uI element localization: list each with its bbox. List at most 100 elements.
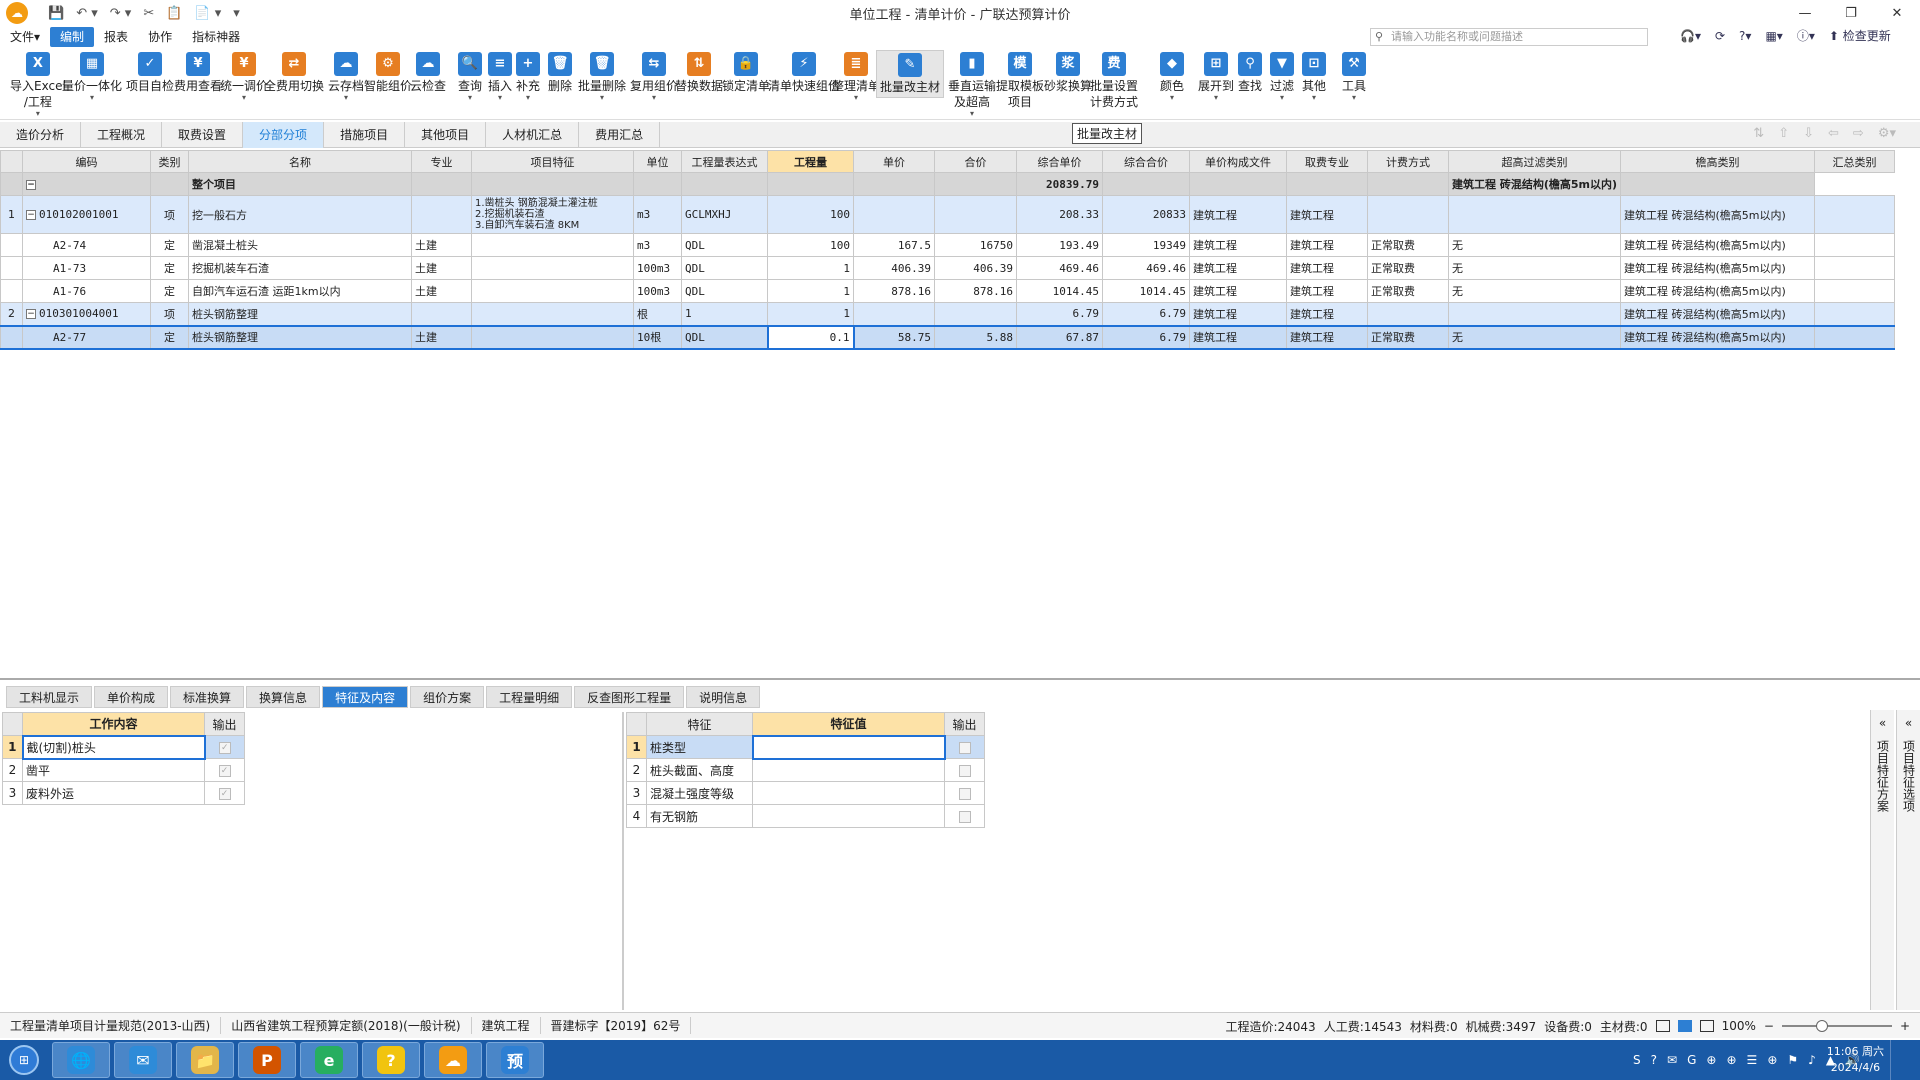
support-icon[interactable]: 🎧▾ [1680, 29, 1701, 43]
height-filter-cell[interactable]: 无 [1448, 233, 1621, 257]
grid-header-0[interactable]: 编码 [22, 150, 151, 173]
help-icon[interactable]: ?▾ [1739, 29, 1751, 43]
collapse-icon[interactable]: « [1871, 716, 1894, 730]
tab-2[interactable]: 取费设置 [162, 122, 244, 148]
fee-profession-cell[interactable]: 建筑工程 [1286, 279, 1368, 303]
checkbox-icon[interactable] [958, 741, 971, 754]
detail-tab-5[interactable]: 组价方案 [410, 686, 485, 708]
tray-icon-5[interactable]: ⊕ [1726, 1053, 1736, 1067]
output-cell[interactable] [944, 804, 985, 828]
category-cell[interactable]: 定 [150, 279, 189, 303]
work-text-cell[interactable]: 废料外运 [22, 781, 205, 805]
grid-header-6[interactable]: 工程量表达式 [681, 150, 768, 173]
checkbox-icon[interactable] [958, 787, 971, 800]
eave-type-cell[interactable]: 建筑工程 砖混结构(檐高5m以内) [1620, 279, 1815, 303]
taskbar-app-7[interactable]: 预 [486, 1042, 544, 1078]
zoom-out-icon[interactable]: − [1764, 1019, 1774, 1033]
taskbar-app-3[interactable]: P [238, 1042, 296, 1078]
tab-tool-icon-5[interactable]: ⚙▾ [1878, 126, 1896, 141]
detail-tab-7[interactable]: 反查图形工程量 [574, 686, 685, 708]
tab-tool-icon-0[interactable]: ⇅ [1753, 126, 1764, 141]
detail-tab-0[interactable]: 工料机显示 [6, 686, 93, 708]
start-button[interactable]: ⊞ [0, 1040, 48, 1080]
table-row[interactable]: 3 废料外运 ✓ [2, 781, 245, 805]
checkbox-icon[interactable]: ✓ [218, 741, 231, 754]
grid-header-15[interactable]: 超高过滤类别 [1448, 150, 1621, 173]
spec-cell[interactable]: 土建 [411, 279, 472, 303]
ribbon-button-17[interactable]: ⚡ 清单快速组价 [768, 52, 840, 94]
grid-header-7[interactable]: 工程量 [767, 150, 854, 173]
detail-tab-8[interactable]: 说明信息 [686, 686, 761, 708]
fee-profession-cell[interactable]: 建筑工程 [1286, 256, 1368, 280]
table-row[interactable]: 4 有无钢筋 [626, 804, 985, 828]
redo-icon[interactable]: ↷ ▾ [110, 6, 132, 21]
detail-tab-6[interactable]: 工程量明细 [486, 686, 573, 708]
code-cell[interactable]: A1-76 [22, 279, 151, 303]
ribbon-button-27[interactable]: ▼ 过滤 ▾ [1270, 52, 1294, 102]
category-cell[interactable]: 项 [150, 195, 189, 234]
maximize-button[interactable]: ❐ [1828, 0, 1874, 26]
fee-method-cell[interactable] [1367, 302, 1449, 326]
undo-icon[interactable]: ↶ ▾ [76, 6, 98, 21]
whole-project-row[interactable]: − 整个项目 20839.79 建筑工程 砖混结构(檐高5m以内) [0, 172, 1895, 196]
unit-cell[interactable]: 根 [633, 302, 682, 326]
whole-toggle[interactable]: − [22, 172, 151, 196]
height-filter-cell[interactable] [1448, 195, 1621, 234]
summary-type-cell[interactable] [1814, 233, 1895, 257]
eave-type-cell[interactable]: 建筑工程 砖混结构(檐高5m以内) [1620, 302, 1815, 326]
unit-price-cell[interactable]: 67.87 [1016, 324, 1103, 350]
ribbon-button-26[interactable]: ⚲ 查找 [1238, 52, 1262, 94]
height-filter-cell[interactable]: 无 [1448, 256, 1621, 280]
unit-price-cell[interactable]: 1014.45 [1016, 279, 1103, 303]
refresh-icon[interactable]: ⟳ [1715, 29, 1725, 43]
quantity-cell[interactable]: 100 [767, 233, 854, 257]
price-cell[interactable] [853, 302, 935, 326]
unit-cell[interactable]: 100m3 [633, 279, 682, 303]
taskbar-app-1[interactable]: ✉ [114, 1042, 172, 1078]
ribbon-button-2[interactable]: ✓ 项目自检 [126, 52, 174, 94]
code-cell[interactable]: A2-77 [22, 324, 151, 350]
price-cell[interactable] [853, 195, 935, 234]
tab-7[interactable]: 费用汇总 [579, 122, 661, 148]
fee-profession-cell[interactable]: 建筑工程 [1286, 302, 1368, 326]
name-cell[interactable]: 挖一般石方 [188, 195, 412, 234]
collapse-icon[interactable]: « [1897, 716, 1920, 730]
code-cell[interactable]: A1-73 [22, 256, 151, 280]
ribbon-button-3[interactable]: ¥ 费用查看 [174, 52, 222, 94]
price-cell[interactable]: 878.16 [853, 279, 935, 303]
feature-value-cell[interactable] [752, 804, 945, 828]
customize-dropdown-icon[interactable]: ▾ [233, 6, 240, 21]
checkbox-icon[interactable] [958, 764, 971, 777]
menu-file[interactable]: 文件▾ [0, 27, 50, 47]
unit-cell[interactable]: 10根 [633, 324, 682, 350]
tab-6[interactable]: 人材机汇总 [486, 122, 580, 148]
name-cell[interactable]: 桩头钢筋整理 [188, 324, 412, 350]
eave-type-cell[interactable]: 建筑工程 砖混结构(檐高5m以内) [1620, 195, 1815, 234]
ribbon-button-7[interactable]: ⚙ 智能组价 [364, 52, 412, 94]
detail-tab-2[interactable]: 标准换算 [170, 686, 245, 708]
check-update-button[interactable]: ⬆ 检查更新 [1829, 27, 1891, 44]
feature-value-cell[interactable] [751, 734, 946, 760]
ribbon-button-28[interactable]: ⊡ 其他 ▾ [1302, 52, 1326, 102]
code-cell[interactable]: A2-74 [22, 233, 151, 257]
spec-cell[interactable] [411, 195, 472, 234]
tab-5[interactable]: 其他项目 [405, 122, 487, 148]
fee-method-cell[interactable]: 正常取费 [1367, 233, 1449, 257]
price-file-cell[interactable]: 建筑工程 [1189, 195, 1287, 234]
tab-tool-icon-1[interactable]: ⇧ [1778, 126, 1789, 141]
detail-tab-4[interactable]: 特征及内容 [322, 686, 409, 708]
close-button[interactable]: ✕ [1874, 0, 1920, 26]
tray-icon-0[interactable]: S [1633, 1053, 1641, 1067]
price-file-cell[interactable]: 建筑工程 [1189, 256, 1287, 280]
calculator-icon[interactable] [1655, 1020, 1670, 1032]
table-row[interactable]: 1−010102001001 项挖一般石方 1.凿桩头 钢筋混凝土灌注桩 2.挖掘机装… [0, 195, 1895, 234]
summary-type-cell[interactable] [1814, 279, 1895, 303]
table-row[interactable]: 2 桩头截面、高度 [626, 758, 985, 782]
checkbox-icon[interactable]: ✓ [218, 787, 231, 800]
tab-4[interactable]: 措施项目 [324, 122, 406, 148]
ribbon-button-20[interactable]: ▮ 垂直运输 及超高 ▾ [948, 52, 996, 118]
tab-1[interactable]: 工程概况 [81, 122, 163, 148]
tab-0[interactable]: 造价分析 [0, 122, 82, 148]
category-cell[interactable]: 定 [150, 233, 189, 257]
expr-cell[interactable]: QDL [681, 256, 768, 280]
